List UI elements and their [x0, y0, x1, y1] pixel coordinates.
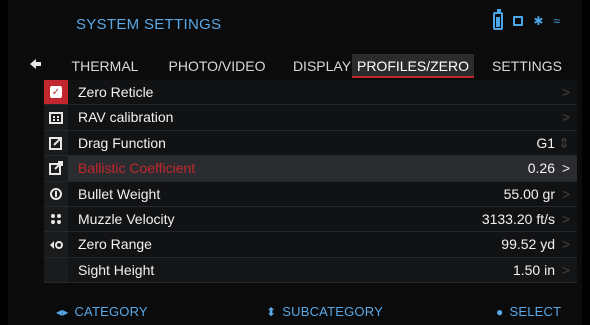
- tab-settings[interactable]: SETTINGS: [482, 54, 572, 78]
- chevron-right-icon: >: [561, 84, 570, 100]
- row-label: Drag Function: [78, 134, 166, 151]
- row-value: G1: [536, 134, 555, 151]
- menu-row-bullet-weight[interactable]: Bullet Weight 55.00 gr >: [44, 181, 577, 207]
- control-hints: ◂▸ CATEGORY ⬍ SUBCATEGORY ● SELECT: [8, 297, 582, 325]
- category-tabs: THERMAL PHOTO/VIDEO DISPLAY PROFILES/ZER…: [48, 54, 574, 78]
- status-bar: ✱ ≈: [493, 9, 560, 30]
- hint-subcategory: ⬍ SUBCATEGORY: [266, 304, 383, 319]
- checkbox-icon: ✓: [44, 80, 68, 105]
- updown-icon: ⇕: [558, 134, 570, 151]
- chevron-right-icon: >: [561, 109, 570, 126]
- menu-row-zero-range[interactable]: Zero Range 99.52 yd >: [44, 232, 577, 258]
- row-label: RAV calibration: [78, 109, 174, 126]
- menu-row-drag-function[interactable]: Drag Function G1 ⇕: [44, 130, 577, 157]
- menu-row-sight-height[interactable]: Sight Height 1.50 in >: [44, 257, 577, 284]
- row-label: Zero Reticle: [78, 84, 154, 100]
- screen-title: SYSTEM SETTINGS: [76, 16, 222, 33]
- select-dot-icon: ●: [496, 305, 504, 319]
- settings-list: ✓ Zero Reticle > RAV calibration > Drag …: [44, 80, 577, 284]
- empty-icon-slot: [44, 257, 68, 283]
- back-arrow-icon[interactable]: [26, 55, 44, 73]
- menu-row-ballistic-coefficient[interactable]: Ballistic Coefficient 0.26 >: [44, 156, 577, 182]
- chevron-right-icon: >: [561, 236, 570, 253]
- left-right-icon: ◂▸: [56, 305, 69, 319]
- row-label: Bullet Weight: [78, 185, 161, 202]
- menu-row-rav-calibration[interactable]: RAV calibration >: [44, 105, 577, 131]
- external-edit-icon: [44, 156, 68, 181]
- sd-card-icon: [513, 16, 524, 26]
- range-icon: [44, 232, 68, 257]
- device-screen: SYSTEM SETTINGS ✱ ≈ THERMAL PHOTO/VIDEO …: [0, 0, 590, 325]
- row-label: Ballistic Coefficient: [78, 160, 196, 177]
- row-value: 55.00 gr: [503, 185, 555, 202]
- hint-category: ◂▸ CATEGORY: [56, 304, 148, 319]
- row-value: 1.50 in: [512, 261, 555, 278]
- chevron-right-icon: >: [561, 160, 570, 177]
- profiles-zero-panel: ✓ Zero Reticle > RAV calibration > Drag …: [44, 80, 577, 284]
- row-label: Zero Range: [78, 236, 152, 253]
- row-label: Muzzle Velocity: [78, 210, 175, 227]
- row-value: 3133.20 ft/s: [481, 210, 555, 227]
- hint-select: ● SELECT: [496, 304, 562, 319]
- bullet-weight-icon: [44, 181, 68, 206]
- tab-photo-video[interactable]: PHOTO/VIDEO: [162, 54, 272, 78]
- settings-screen: SYSTEM SETTINGS ✱ ≈ THERMAL PHOTO/VIDEO …: [8, 0, 582, 325]
- calculator-icon: [44, 105, 68, 130]
- wifi-icon: ≈: [553, 14, 560, 28]
- up-down-icon: ⬍: [266, 305, 277, 319]
- row-value: 0.26: [527, 160, 555, 177]
- chevron-right-icon: >: [561, 185, 570, 202]
- row-value: 99.52 yd: [501, 236, 555, 253]
- chevron-right-icon: >: [561, 261, 570, 278]
- edit-icon: [44, 130, 68, 156]
- tab-thermal[interactable]: THERMAL: [70, 54, 140, 78]
- chevron-right-icon: >: [561, 210, 570, 227]
- menu-row-zero-reticle[interactable]: ✓ Zero Reticle >: [44, 80, 577, 106]
- tab-profiles-zero[interactable]: PROFILES/ZERO: [352, 54, 474, 78]
- dots-icon: [44, 206, 68, 232]
- bluetooth-icon: ✱: [533, 14, 544, 28]
- battery-icon: [493, 9, 504, 30]
- menu-row-muzzle-velocity[interactable]: Muzzle Velocity 3133.20 ft/s >: [44, 206, 577, 233]
- row-label: Sight Height: [78, 261, 155, 278]
- tab-display[interactable]: DISPLAY: [284, 54, 360, 78]
